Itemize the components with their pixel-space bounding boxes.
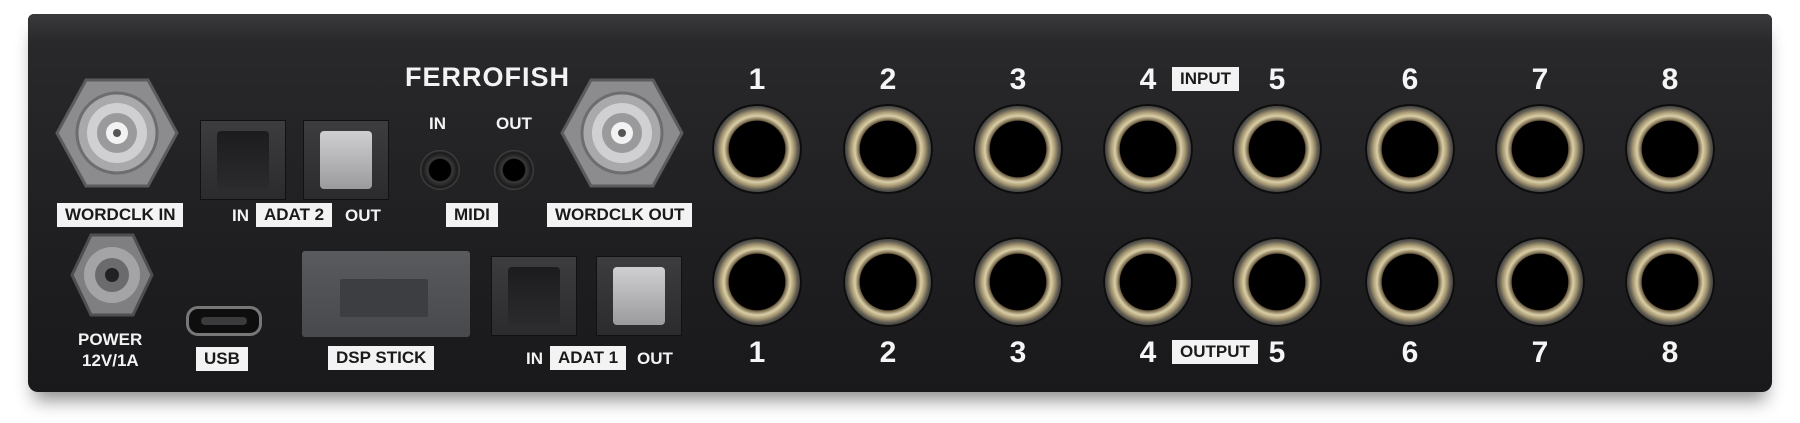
adat1-label: ADAT 1	[550, 346, 627, 370]
output-label: OUTPUT	[1172, 340, 1258, 364]
midi-out-label: OUT	[496, 114, 532, 133]
input-jack-5	[1232, 104, 1322, 194]
midi-in-label: IN	[429, 114, 446, 133]
output-jack-6	[1365, 237, 1455, 327]
wordclk-out-connector	[560, 78, 684, 188]
wordclk-in-label: WORDCLK IN	[57, 203, 184, 227]
output-number-7: 7	[1531, 336, 1549, 369]
dsp-stick-slot	[302, 251, 470, 337]
adat2-in-port	[200, 120, 286, 200]
midi-label: MIDI	[446, 203, 498, 227]
output-jack-1	[712, 237, 802, 327]
adat1-out-label: OUT	[637, 349, 673, 368]
input-jack-3	[973, 104, 1063, 194]
input-number-3: 3	[1009, 63, 1027, 96]
input-number-8: 8	[1661, 63, 1679, 96]
output-number-3: 3	[1009, 336, 1027, 369]
output-jack-3	[973, 237, 1063, 327]
output-jack-4	[1103, 237, 1193, 327]
power-connector	[70, 233, 154, 317]
input-number-7: 7	[1531, 63, 1549, 96]
power-label: POWER	[78, 330, 143, 349]
input-number-2: 2	[879, 63, 897, 96]
adat1-out-port	[596, 256, 682, 336]
power-spec-label: 12V/1A	[82, 351, 139, 370]
usb-c-port	[186, 306, 262, 336]
wordclk-in-connector	[55, 78, 179, 188]
output-number-2: 2	[879, 336, 897, 369]
adat2-out-port	[303, 120, 389, 200]
input-jack-8	[1625, 104, 1715, 194]
adat2-in-label: IN	[232, 206, 249, 225]
input-label: INPUT	[1172, 67, 1239, 91]
usb-label: USB	[196, 347, 248, 371]
input-jack-7	[1495, 104, 1585, 194]
brand-logo: FERROFISH	[405, 62, 571, 92]
midi-in-jack	[420, 150, 460, 190]
input-jack-1	[712, 104, 802, 194]
adat1-in-label: IN	[526, 349, 543, 368]
adat2-label: ADAT 2	[256, 203, 333, 227]
dsp-stick-label: DSP STICK	[328, 346, 435, 370]
input-jack-2	[843, 104, 933, 194]
wordclk-out-label: WORDCLK OUT	[547, 203, 693, 227]
output-number-5: 5	[1268, 336, 1286, 369]
input-number-6: 6	[1401, 63, 1419, 96]
output-jack-8	[1625, 237, 1715, 327]
output-jack-2	[843, 237, 933, 327]
input-number-4: 4	[1139, 63, 1157, 96]
input-number-1: 1	[748, 63, 766, 96]
output-jack-5	[1232, 237, 1322, 327]
adat1-in-port	[491, 256, 577, 336]
output-number-1: 1	[748, 336, 766, 369]
midi-out-jack	[494, 150, 534, 190]
output-number-6: 6	[1401, 336, 1419, 369]
output-number-4: 4	[1139, 336, 1157, 369]
output-number-8: 8	[1661, 336, 1679, 369]
input-jack-6	[1365, 104, 1455, 194]
input-jack-4	[1103, 104, 1193, 194]
output-jack-7	[1495, 237, 1585, 327]
input-number-5: 5	[1268, 63, 1286, 96]
adat2-out-label: OUT	[345, 206, 381, 225]
